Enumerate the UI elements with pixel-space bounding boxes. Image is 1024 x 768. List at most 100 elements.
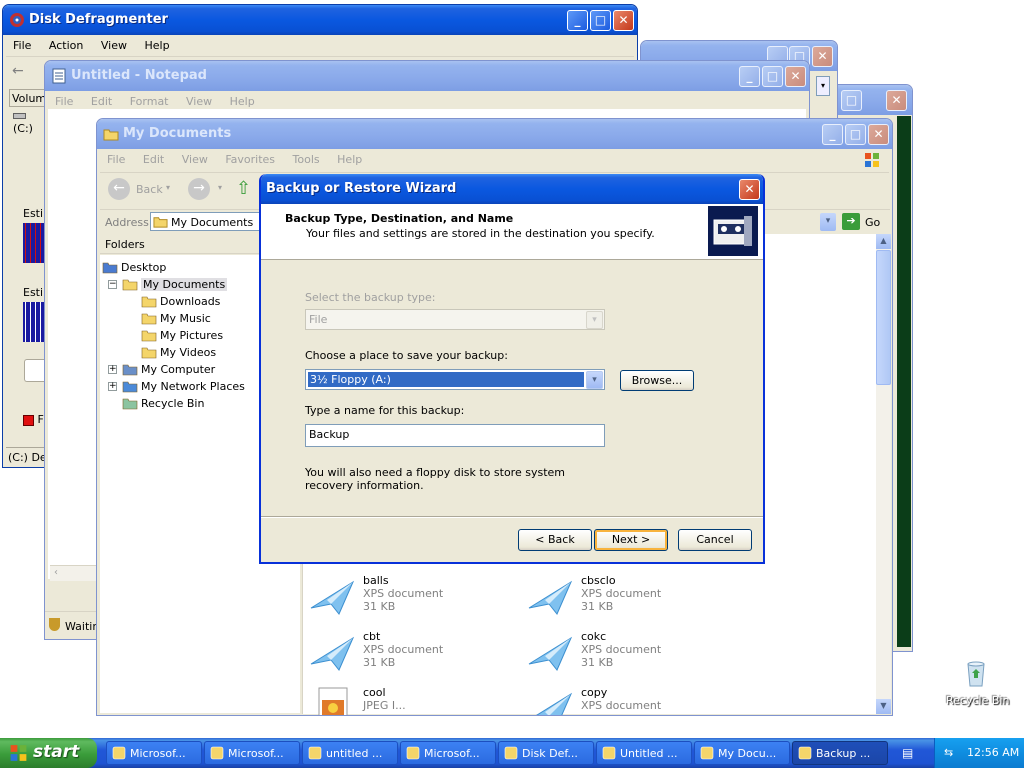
minimize-button[interactable]: _ [567,10,588,31]
close-button[interactable]: ✕ [785,66,806,87]
menu-view[interactable]: View [94,35,134,52]
menu-edit[interactable]: Edit [84,91,119,108]
legend-label: F [37,413,44,426]
forward-arrow-icon[interactable]: → [188,178,210,200]
recycle-bin-label: Recycle Bin [946,694,1010,707]
window-title: Backup or Restore Wizard [266,181,457,196]
desktop-recycle-bin[interactable]: Recycle Bin [940,654,1010,712]
dropdown-arrow-icon[interactable]: ▾ [816,76,830,96]
menu-file[interactable]: File [6,35,38,52]
taskbar-item[interactable]: Microsof... [204,741,300,765]
menu-tools[interactable]: Tools [286,149,327,166]
dropdown-arrow-icon[interactable]: ▾ [218,183,222,192]
file-type: XPS document [581,699,662,712]
file-item[interactable]: cbt XPS document 31 KB [309,630,509,680]
horizontal-scrollbar[interactable]: ‹ [50,565,96,581]
scroll-up-icon[interactable]: ▲ [876,234,891,249]
xps-icon [527,630,575,674]
taskbar-item[interactable]: Disk Def... [498,741,594,765]
taskbar-item[interactable]: My Docu... [694,741,790,765]
column-volume: Volum [12,92,47,105]
backup-wizard-dialog: Backup or Restore Wizard ✕ Backup Type, … [259,174,765,564]
file-item[interactable]: cbsclo XPS document 31 KB [527,574,727,624]
file-item[interactable]: copy XPS document [527,686,727,715]
go-arrow-icon[interactable]: ➔ [842,213,860,230]
legend-color-swatch [23,414,34,426]
expand-icon[interactable]: + [108,365,117,374]
start-button[interactable]: start [0,738,97,768]
dropdown-arrow-icon[interactable]: ▾ [586,371,603,389]
minimize-button[interactable]: _ [739,66,760,87]
next-button[interactable]: Next > [594,529,668,551]
taskbar-item-label: untitled ... [326,747,383,760]
expand-icon[interactable]: + [108,382,117,391]
close-button[interactable]: ✕ [613,10,634,31]
cancel-button[interactable]: Cancel [678,529,752,551]
maximize-button[interactable]: □ [762,66,783,87]
music-folder-icon [141,310,157,326]
folder-open-icon [122,276,138,292]
menu-edit[interactable]: Edit [136,149,171,166]
minimize-button[interactable]: _ [822,124,843,145]
file-size: 31 KB [581,600,614,613]
taskbar-item[interactable]: Untitled ... [596,741,692,765]
taskbar-item[interactable]: untitled ... [302,741,398,765]
file-name: cbt [363,630,381,643]
windows-logo-icon [865,153,879,167]
menu-favorites[interactable]: Favorites [218,149,282,166]
system-tray: ⇆ 12:56 AM [934,738,1024,768]
maximize-button[interactable]: □ [590,10,611,31]
taskbar-item[interactable]: Microsof... [106,741,202,765]
scroll-thumb[interactable] [876,250,891,385]
save-place-select[interactable]: 3½ Floppy (A:) ▾ [305,369,605,390]
tree-item-label: Desktop [121,261,167,274]
file-item[interactable]: cool JPEG I... [309,686,509,715]
file-item[interactable]: cokc XPS document 31 KB [527,630,727,680]
address-field[interactable]: My Documents [150,212,260,231]
menu-help[interactable]: Help [137,35,176,52]
taskbar-item[interactable]: Microsof... [400,741,496,765]
file-name: balls [363,574,389,587]
up-folder-icon[interactable]: ⇧ [236,178,256,200]
close-button[interactable]: ✕ [886,90,907,111]
floppy-note: You will also need a floppy disk to stor… [305,466,565,492]
vertical-scrollbar[interactable]: ▲ ▼ [876,234,891,714]
close-button[interactable]: ✕ [812,46,833,67]
recycle-bin-icon [967,661,985,687]
scroll-down-icon[interactable]: ▼ [876,699,891,714]
menu-view[interactable]: View [179,91,219,108]
back-button[interactable]: < Back [518,529,592,551]
menu-format[interactable]: Format [123,91,176,108]
keyboard-tray-icon[interactable]: ▤ [902,746,922,760]
menu-action[interactable]: Action [42,35,90,52]
close-button[interactable]: ✕ [868,124,889,145]
defrag-icon [504,746,518,760]
maximize-button[interactable]: □ [841,90,862,111]
taskbar-item[interactable]: Backup ... [792,741,888,765]
xps-icon [527,686,575,715]
titlebar: Backup or Restore Wizard ✕ [261,174,763,204]
menu-view[interactable]: View [175,149,215,166]
file-item[interactable]: balls XPS document 31 KB [309,574,509,624]
menu-file[interactable]: File [48,91,80,108]
menu-help[interactable]: Help [223,91,262,108]
go-label[interactable]: Go [865,216,880,229]
drive-icon [13,113,26,119]
maximize-button[interactable]: □ [845,124,866,145]
back-button[interactable]: ← Back [108,178,163,202]
collapse-icon[interactable]: − [108,280,117,289]
backup-icon [798,746,812,760]
clock[interactable]: 12:56 AM [967,746,1019,759]
titlebar: Disk Defragmenter _ □ ✕ [3,5,637,35]
scroll-left-icon[interactable]: ‹ [54,567,58,578]
browse-button[interactable]: Browse... [620,370,694,391]
tree-item-label: Downloads [160,295,221,308]
back-arrow-icon[interactable]: ← [12,63,24,79]
backup-name-input[interactable]: Backup [305,424,605,447]
menu-help[interactable]: Help [330,149,369,166]
network-tray-icon[interactable]: ⇆ [944,746,958,760]
close-button[interactable]: ✕ [739,179,760,200]
menu-file[interactable]: File [100,149,132,166]
address-dropdown-icon[interactable]: ▾ [820,213,836,231]
dropdown-arrow-icon[interactable]: ▾ [166,183,170,192]
